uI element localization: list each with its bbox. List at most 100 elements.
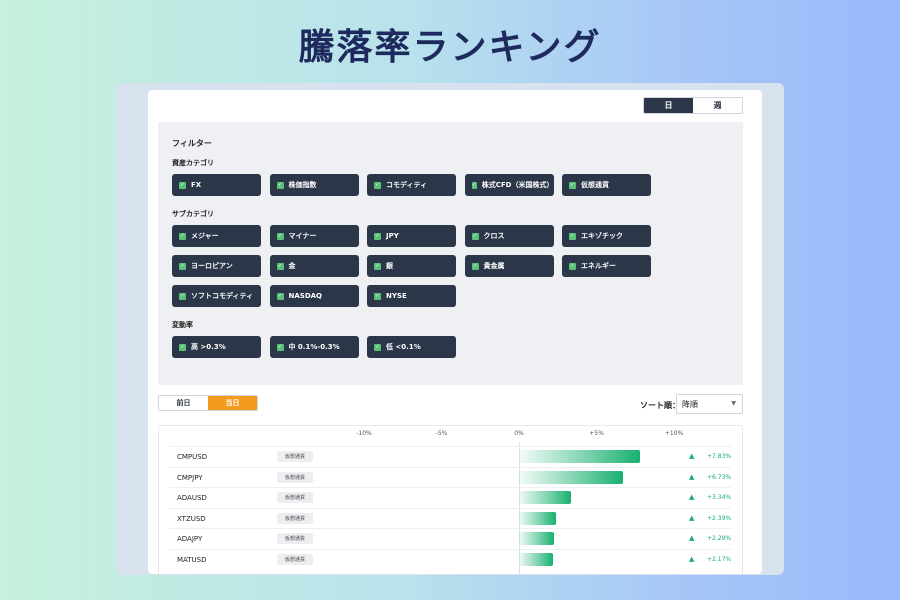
up-arrow-icon: ▲ <box>689 452 695 460</box>
checkbox-checked-icon: ✓ <box>179 262 186 270</box>
asset-category-chip-label: 仮想通貨 <box>581 181 609 189</box>
x-tick-label: +5% <box>589 430 604 437</box>
symbol-label: CMPJPY <box>177 473 203 482</box>
up-arrow-icon: ▲ <box>689 472 695 481</box>
ranking-row[interactable]: CMPUSD 仮想通貨 ▲ +7.83% <box>169 446 731 466</box>
checkbox-checked-icon: ✓ <box>276 292 284 300</box>
page-headline: 騰落率ランキング <box>298 27 602 68</box>
checkbox-checked-icon: ✓ <box>569 181 576 189</box>
category-tag: 仮想通貨 <box>277 451 313 462</box>
up-arrow-icon: ▲ <box>689 513 695 522</box>
sub-category-chip-label: クロス <box>483 232 505 240</box>
x-tick-label: 0% <box>514 430 524 437</box>
checkbox-checked-icon: ✓ <box>374 292 381 300</box>
ranking-row[interactable]: ADAUSD 仮想通貨 ▲ +3.34% <box>169 487 731 507</box>
change-bar <box>519 470 624 484</box>
asset-category-chip[interactable]: ✓ FX <box>172 174 261 196</box>
category-tag: 仮想通貨 <box>277 553 313 565</box>
checkbox-checked-icon: ✓ <box>276 262 284 270</box>
sub-category-chip[interactable]: ✓ 金 <box>269 255 359 277</box>
period-week-button[interactable]: 週 <box>693 98 742 113</box>
change-bar <box>519 491 571 504</box>
ranking-panel: 日 週 フィルター 資産カテゴリ ✓ FX ✓ 株価指数 ✓ コモディティ ✓ 株式CFD（米… <box>148 90 762 574</box>
x-tick-label: -10% <box>356 430 372 437</box>
asset-category-chip-label: コモディティ <box>386 181 428 189</box>
ranking-row[interactable]: XTZUSD 仮想通貨 ▲ +2.39% <box>169 507 732 528</box>
volatility-label: 変動率 <box>172 321 193 329</box>
checkbox-checked-icon: ✓ <box>179 343 186 351</box>
change-value-label: +2.29% <box>707 535 732 542</box>
checkbox-checked-icon: ✓ <box>471 232 479 240</box>
sub-category-chip[interactable]: ✓ エネルギー <box>562 255 651 277</box>
up-arrow-icon: ▲ <box>689 534 695 542</box>
day-toggle: 前日 当日 <box>158 395 258 411</box>
up-arrow-icon: ▲ <box>689 554 695 563</box>
checkbox-checked-icon: ✓ <box>374 262 381 270</box>
category-tag: 仮想通貨 <box>277 471 313 483</box>
asset-category-chip[interactable]: ✓ 株価指数 <box>269 174 359 196</box>
sub-category-chip-label: エキゾチック <box>581 232 623 240</box>
checkbox-checked-icon: ✓ <box>179 232 186 240</box>
sub-category-chip-label: ソフトコモディティ <box>191 292 254 300</box>
sub-category-chip[interactable]: ✓ NYSE <box>367 285 456 307</box>
asset-category-chip-label: FX <box>191 181 202 189</box>
sub-category-chip-label: エネルギー <box>581 262 616 270</box>
filter-panel: フィルター 資産カテゴリ ✓ FX ✓ 株価指数 ✓ コモディティ ✓ 株式CFD（米国株式）… <box>158 122 743 385</box>
chevron-down-icon: ▼ <box>731 400 736 407</box>
x-tick-label: -5% <box>435 430 448 437</box>
checkbox-checked-icon: ✓ <box>471 262 479 270</box>
symbol-label: CMPUSD <box>177 453 208 461</box>
volatility-chip-label: 高 >0.3% <box>191 343 226 351</box>
checkbox-checked-icon: ✓ <box>569 262 576 270</box>
sub-category-chip-label: NASDAQ <box>288 292 323 300</box>
change-value-label: +3.34% <box>707 494 732 501</box>
symbol-label: ADAUSD <box>177 494 207 502</box>
ranking-row[interactable]: MATUSD 仮想通貨 ▲ +2.17% <box>169 548 731 569</box>
symbol-label: XTZUSD <box>177 514 206 523</box>
sub-category-chip[interactable]: ✓ マイナー <box>269 225 359 247</box>
symbol-label: MATUSD <box>177 555 207 564</box>
change-value-label: +2.39% <box>707 514 732 522</box>
volatility-chip[interactable]: ✓ 中 0.1%-0.3% <box>269 336 359 358</box>
ranking-row[interactable]: CMPJPY 仮想通貨 ▲ +6.73% <box>169 466 732 487</box>
volatility-chip[interactable]: ✓ 高 >0.3% <box>172 336 261 358</box>
asset-category-chip-label: 株価指数 <box>288 181 317 189</box>
checkbox-checked-icon: ✓ <box>569 232 576 240</box>
category-tag: 仮想通貨 <box>277 533 313 544</box>
category-tag: 仮想通貨 <box>277 492 313 503</box>
sub-category-chip[interactable]: ✓ JPY <box>367 225 456 247</box>
sub-category-chip[interactable]: ✓ メジャー <box>172 225 261 247</box>
sub-category-chip[interactable]: ✓ ヨーロピアン <box>172 255 261 277</box>
sub-category-chip[interactable]: ✓ NASDAQ <box>269 285 359 307</box>
sub-category-chip[interactable]: ✓ 銀 <box>367 255 456 277</box>
change-value-label: +7.83% <box>707 453 732 460</box>
checkbox-checked-icon: ✓ <box>374 343 381 351</box>
volatility-chip-label: 低 <0.1% <box>386 343 421 351</box>
sub-category-chip[interactable]: ✓ 貴金属 <box>464 255 554 277</box>
volatility-chip-label: 中 0.1%-0.3% <box>288 343 340 351</box>
checkbox-checked-icon: ✓ <box>276 343 284 351</box>
checkbox-checked-icon: ✓ <box>179 181 186 189</box>
period-day-button[interactable]: 日 <box>644 98 693 113</box>
sub-category-chip[interactable]: ✓ ソフトコモディティ <box>172 285 261 307</box>
sort-order-select[interactable]: 降順 ▼ <box>676 394 743 414</box>
change-value-label: +6.73% <box>707 473 732 481</box>
previous-day-button[interactable]: 前日 <box>159 396 208 410</box>
sub-category-chip[interactable]: ✓ エキゾチック <box>562 225 651 247</box>
checkbox-checked-icon: ✓ <box>276 232 284 240</box>
asset-category-chip-label: 株式CFD（米国株式） <box>481 181 554 189</box>
asset-category-chip[interactable]: ✓ 株式CFD（米国株式） <box>464 174 554 196</box>
volatility-chip[interactable]: ✓ 低 <0.1% <box>367 336 456 358</box>
today-button[interactable]: 当日 <box>208 396 257 410</box>
up-arrow-icon: ▲ <box>689 493 695 501</box>
sub-category-chip[interactable]: ✓ クロス <box>464 225 554 247</box>
asset-category-chip[interactable]: ✓ コモディティ <box>367 174 456 196</box>
sub-category-label: サブカテゴリ <box>172 210 214 218</box>
x-tick-label: +10% <box>664 430 684 437</box>
sub-category-chip-label: メジャー <box>191 232 219 240</box>
sub-category-chip-label: 銀 <box>386 262 393 270</box>
change-bar <box>519 511 557 525</box>
asset-category-chip[interactable]: ✓ 仮想通貨 <box>562 174 651 196</box>
ranking-row[interactable]: ADAJPY 仮想通貨 ▲ +2.29% <box>169 528 731 548</box>
sub-category-chip-label: NYSE <box>386 292 407 300</box>
